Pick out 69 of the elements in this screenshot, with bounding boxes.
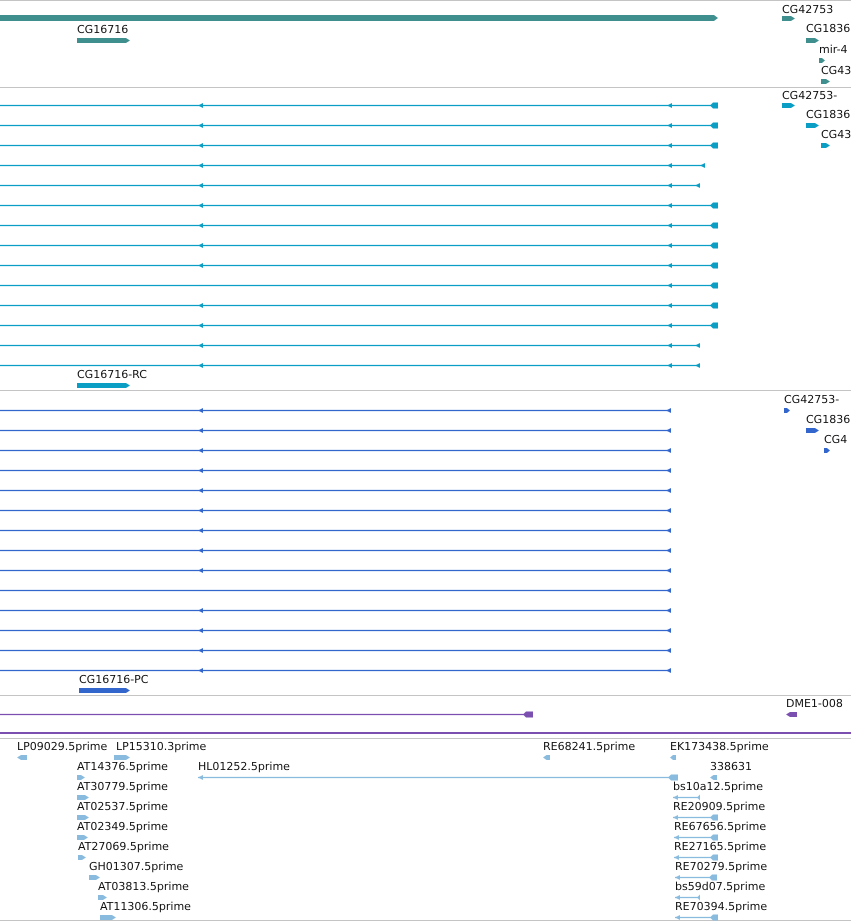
feature-glyph <box>674 854 718 860</box>
feature-label: CG1836 <box>806 108 850 122</box>
feature-glyph <box>100 914 116 920</box>
feature-glyph <box>89 874 100 880</box>
feature-label: LP09029.5prime <box>17 740 108 754</box>
feature-label: mir-4 <box>819 43 848 57</box>
feature-label: RE70394.5prime <box>675 900 768 914</box>
feature-label: bs59d07.5prime <box>675 880 766 894</box>
feature-label: CG43 <box>821 128 851 142</box>
feature-glyph <box>543 754 550 760</box>
feature-label: AT30779.5prime <box>77 780 168 794</box>
feature-label: CG42753- <box>782 89 838 103</box>
feature-glyph <box>784 408 790 412</box>
feature-glyph <box>824 448 830 452</box>
feature-label: CG16716 <box>77 23 128 37</box>
feature-label: LP15310.3prime <box>116 740 206 754</box>
feature-label: CG16716-PC <box>79 673 148 687</box>
feature-label: RE70279.5prime <box>675 860 768 874</box>
feature-glyph <box>77 814 89 820</box>
feature-label: HL01252.5prime <box>198 760 290 774</box>
feature-label: CG42753- <box>784 393 840 407</box>
feature-glyph <box>77 834 88 840</box>
feature-glyph <box>17 754 27 760</box>
feature-label: RE68241.5prime <box>543 740 636 754</box>
feature-glyph <box>819 58 825 62</box>
feature-glyph <box>98 894 107 900</box>
feature-label: CG4 <box>824 433 848 447</box>
feature-glyph <box>806 122 819 128</box>
feature-glyph <box>670 754 676 760</box>
feature-glyph <box>675 894 700 900</box>
feature-glyph <box>710 774 717 780</box>
feature-label: AT02349.5prime <box>77 820 168 834</box>
feature-glyph <box>114 754 130 760</box>
feature-label: AT11306.5prime <box>100 900 191 914</box>
feature-glyph <box>673 794 700 800</box>
feature-glyph <box>821 142 830 148</box>
feature-glyph <box>78 854 86 860</box>
feature-glyph <box>782 102 795 108</box>
feature-glyph <box>77 794 89 800</box>
feature-label: EK173438.5prime <box>670 740 769 754</box>
feature-glyph <box>782 16 795 20</box>
feature-glyph <box>79 688 130 692</box>
feature-label: RE67656.5prime <box>674 820 766 834</box>
feature-glyph <box>77 382 130 388</box>
feature-glyph <box>821 78 830 84</box>
feature-label: CG43 <box>821 64 851 78</box>
feature-glyph <box>806 38 819 42</box>
feature-glyph <box>786 712 797 716</box>
feature-glyph <box>77 774 85 780</box>
feature-label: AT02537.5prime <box>77 800 168 814</box>
feature-label: CG42753 <box>782 3 834 17</box>
feature-glyph <box>806 428 819 432</box>
feature-label: CG1836 <box>806 413 850 427</box>
feature-label: RE20909.5prime <box>673 800 766 814</box>
feature-label: CG1836 <box>806 22 850 36</box>
feature-glyph <box>675 914 718 920</box>
feature-glyph <box>675 874 717 880</box>
feature-label: AT27069.5prime <box>78 840 169 854</box>
feature-label: CG16716-RC <box>77 368 147 382</box>
feature-label: AT03813.5prime <box>98 880 189 894</box>
feature-label: AT14376.5prime <box>77 760 168 774</box>
feature-label: GH01307.5prime <box>89 860 184 874</box>
feature-label: DME1-008 <box>786 697 843 711</box>
feature-label: 338631 <box>710 760 752 774</box>
feature-label: bs10a12.5prime <box>673 780 763 794</box>
feature-glyph <box>674 834 718 840</box>
feature-label: RE27165.5prime <box>674 840 766 854</box>
feature-glyph <box>673 814 718 820</box>
feature-glyph <box>77 38 130 42</box>
